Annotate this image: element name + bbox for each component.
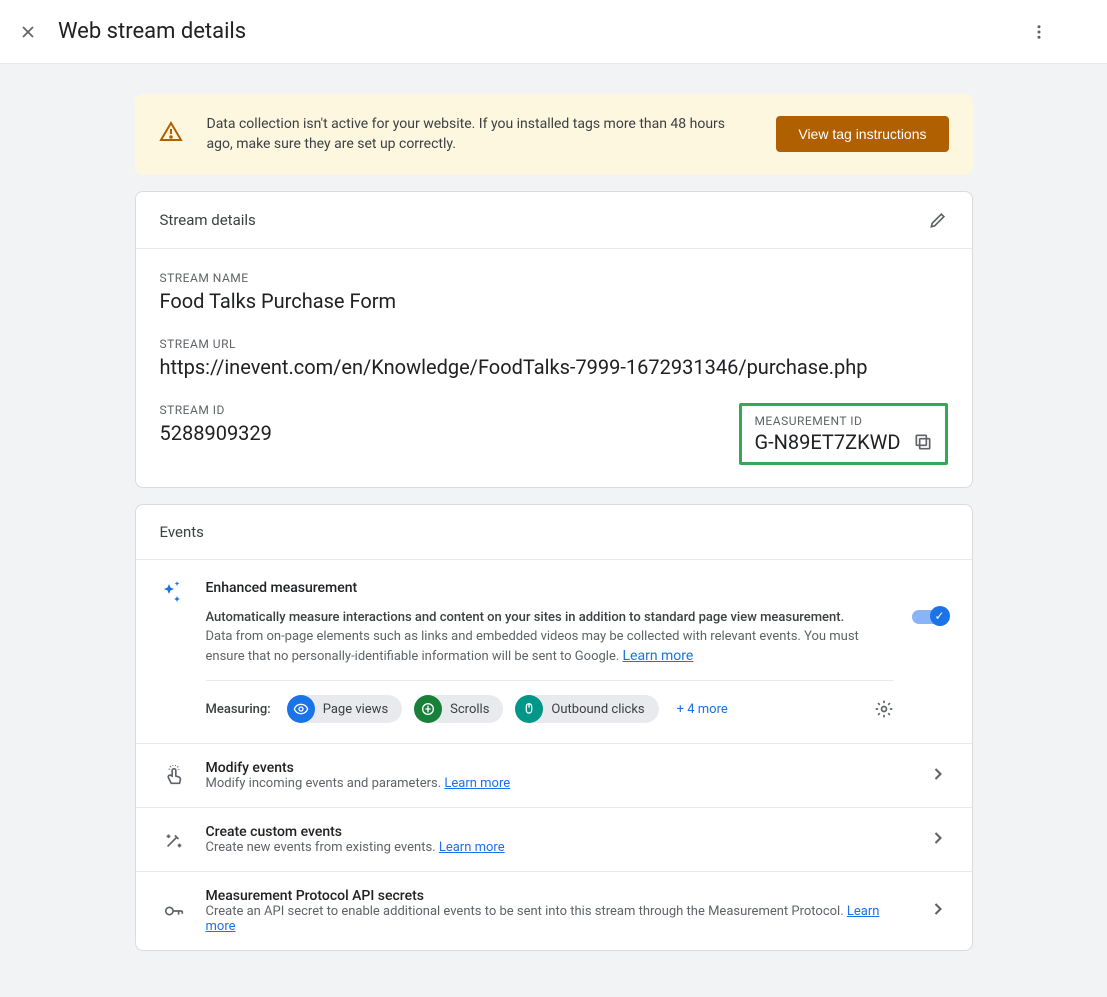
- chip-outbound-label: Outbound clicks: [551, 702, 644, 717]
- stream-id-label: STREAM ID: [160, 403, 272, 417]
- edit-stream-button[interactable]: [928, 210, 948, 230]
- scroll-icon: [414, 695, 442, 723]
- sparkle-icon: [160, 580, 188, 608]
- create-events-title: Create custom events: [206, 824, 910, 840]
- topbar: Web stream details: [0, 0, 1107, 64]
- view-tag-instructions-button[interactable]: View tag instructions: [776, 116, 948, 152]
- chevron-right-icon: [928, 764, 948, 788]
- measurement-id-label: MEASUREMENT ID: [754, 414, 932, 428]
- stream-name-label: STREAM NAME: [160, 271, 948, 285]
- eye-icon: [287, 695, 315, 723]
- modify-events-sub: Modify incoming events and parameters.: [206, 776, 445, 791]
- chip-scrolls-label: Scrolls: [450, 702, 489, 717]
- copy-measurement-id-button[interactable]: [913, 432, 933, 452]
- create-events-learn-more[interactable]: Learn more: [439, 840, 505, 855]
- wand-icon: [160, 829, 188, 851]
- stream-name-value: Food Talks Purchase Form: [160, 289, 948, 313]
- enhanced-measurement-desc-lead: Automatically measure interactions and c…: [206, 610, 845, 625]
- more-measurements-link[interactable]: + 4 more: [677, 702, 728, 717]
- chip-scrolls: Scrolls: [414, 695, 503, 723]
- enhanced-measurement-title: Enhanced measurement: [206, 580, 894, 596]
- pencil-icon: [928, 210, 948, 230]
- enhanced-measurement-toggle[interactable]: ✓: [912, 606, 948, 626]
- modify-events-title: Modify events: [206, 760, 910, 776]
- measurement-protocol-row[interactable]: Measurement Protocol API secrets Create …: [136, 871, 972, 950]
- measurement-id-value: G-N89ET7ZKWD: [754, 430, 900, 454]
- stream-url-value: https://inevent.com/en/Knowledge/FoodTal…: [160, 355, 948, 379]
- close-button[interactable]: [16, 20, 40, 44]
- chip-outbound-clicks: Outbound clicks: [515, 695, 658, 723]
- mouse-icon: [515, 695, 543, 723]
- stream-details-card: Stream details STREAM NAME Food Talks Pu…: [135, 191, 973, 488]
- events-heading: Events: [160, 523, 204, 541]
- stream-id-value: 5288909329: [160, 421, 272, 445]
- create-custom-events-row[interactable]: Create custom events Create new events f…: [136, 807, 972, 871]
- modify-events-learn-more[interactable]: Learn more: [444, 776, 510, 791]
- enhanced-learn-more-link[interactable]: Learn more: [623, 648, 694, 664]
- more-vert-icon: [1030, 23, 1048, 41]
- events-card: Events Enhanced measurement Automaticall…: [135, 504, 973, 952]
- modify-events-row[interactable]: Modify events Modify incoming events and…: [136, 743, 972, 807]
- warning-icon: [159, 120, 183, 148]
- data-collection-alert: Data collection isn't active for your we…: [135, 94, 973, 175]
- chevron-right-icon: [928, 899, 948, 923]
- mp-secrets-title: Measurement Protocol API secrets: [206, 888, 910, 904]
- measuring-label: Measuring:: [206, 702, 271, 717]
- measurement-id-highlight: MEASUREMENT ID G-N89ET7ZKWD: [739, 403, 947, 465]
- copy-icon: [913, 432, 933, 452]
- divider: [206, 680, 894, 681]
- stream-details-heading: Stream details: [160, 211, 256, 229]
- check-icon: ✓: [934, 609, 944, 623]
- gear-icon: [874, 699, 894, 719]
- mp-secrets-sub: Create an API secret to enable additiona…: [206, 904, 847, 919]
- create-events-sub: Create new events from existing events.: [206, 840, 439, 855]
- key-icon: [160, 900, 188, 922]
- chip-page-views: Page views: [287, 695, 402, 723]
- alert-text: Data collection isn't active for your we…: [207, 114, 753, 155]
- more-menu-button[interactable]: [1019, 12, 1059, 52]
- chevron-right-icon: [928, 828, 948, 852]
- enhanced-measurement-section: Enhanced measurement Automatically measu…: [136, 560, 972, 744]
- touch-icon: [160, 765, 188, 787]
- close-icon: [18, 22, 38, 42]
- enhanced-measurement-desc: Data from on-page elements such as links…: [206, 629, 859, 664]
- enhanced-settings-button[interactable]: [874, 699, 894, 719]
- page-title: Web stream details: [58, 19, 246, 44]
- stream-url-label: STREAM URL: [160, 337, 948, 351]
- chip-page-views-label: Page views: [323, 702, 388, 717]
